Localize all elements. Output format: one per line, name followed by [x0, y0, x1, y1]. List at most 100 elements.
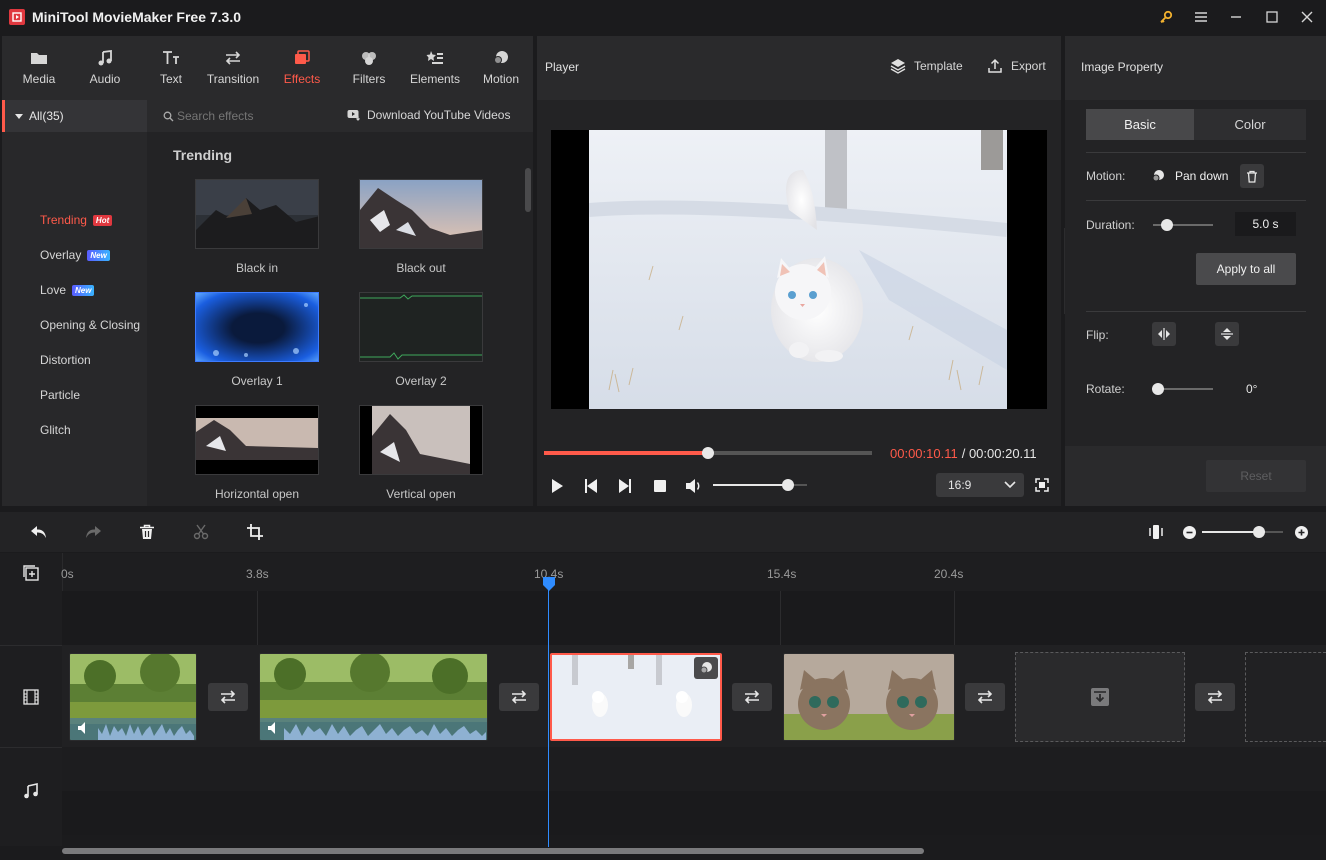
undo-icon[interactable] [30, 524, 48, 540]
timeline-scrollbar [62, 847, 1326, 860]
transition-slot-5[interactable] [1195, 683, 1235, 711]
search-input[interactable] [177, 106, 337, 126]
transition-slot-3[interactable] [732, 683, 772, 711]
filters-icon [362, 52, 376, 65]
scrollbar-thumb[interactable] [62, 848, 924, 854]
empty-clip-slot-2[interactable] [1245, 652, 1326, 742]
next-frame-icon[interactable] [617, 478, 633, 494]
zoom-knob[interactable] [1252, 526, 1265, 538]
tab-media[interactable]: Media [10, 36, 68, 100]
app-logo-icon [9, 9, 25, 25]
category-overlay[interactable]: Overlay New [40, 245, 110, 265]
delete-motion-button[interactable] [1240, 164, 1264, 188]
scrollbar-thumb[interactable] [525, 168, 531, 212]
transition-slot-2[interactable] [499, 683, 539, 711]
category-all[interactable]: All(35) [2, 100, 147, 132]
duration-knob[interactable] [1161, 219, 1173, 231]
motion-icon [700, 662, 712, 674]
tab-motion[interactable]: Motion [472, 36, 530, 100]
snap-icon[interactable] [1149, 524, 1163, 540]
crop-icon[interactable] [247, 524, 263, 540]
template-label: Template [914, 59, 963, 73]
new-badge: New [72, 284, 95, 296]
volume-slider[interactable] [713, 479, 807, 491]
category-trending[interactable]: Trending Hot [40, 210, 113, 230]
playhead-handle[interactable] [542, 577, 556, 591]
effect-thumbnail [195, 179, 319, 249]
tab-basic[interactable]: Basic [1086, 109, 1194, 140]
image-clip-selected[interactable] [550, 653, 722, 741]
category-particle[interactable]: Particle [40, 385, 80, 405]
timeline-ruler: 0s 3.8s 10.4s 15.4s 20.4s [0, 553, 1326, 591]
duration-input[interactable]: 5.0 s [1235, 212, 1296, 236]
progress-bar[interactable] [544, 447, 872, 459]
empty-clip-slot[interactable] [1015, 652, 1185, 742]
export-button[interactable]: Export [987, 58, 1046, 74]
zoom-in-icon[interactable] [1295, 526, 1308, 539]
tab-audio[interactable]: Audio [76, 36, 134, 100]
effect-overlay-2[interactable]: Overlay 2 [359, 292, 483, 388]
volume-icon[interactable] [684, 477, 704, 495]
chevron-down-icon [1004, 481, 1016, 489]
apply-to-all-button[interactable]: Apply to all [1196, 253, 1296, 285]
redo-icon[interactable] [84, 524, 102, 540]
transition-slot-1[interactable] [208, 683, 248, 711]
maximize-icon[interactable] [1260, 6, 1284, 28]
folder-icon [31, 53, 47, 64]
video-preview[interactable] [551, 130, 1047, 409]
effect-overlay-1[interactable]: Overlay 1 [195, 292, 319, 388]
tab-transition[interactable]: Transition [200, 36, 266, 100]
effect-vertical-open[interactable]: Vertical open [359, 405, 483, 501]
total-time: / 00:00:20.11 [961, 446, 1037, 461]
category-love[interactable]: Love New [40, 280, 95, 300]
reset-button[interactable]: Reset [1206, 460, 1306, 492]
category-distortion[interactable]: Distortion [40, 350, 91, 370]
flip-horizontal-button[interactable] [1152, 322, 1176, 346]
trash-icon[interactable] [139, 524, 155, 540]
tab-text[interactable]: Text [142, 36, 200, 100]
swap-icon [225, 51, 241, 65]
motion-icon [1152, 170, 1164, 182]
download-youtube-button[interactable]: Download YouTube Videos [347, 108, 510, 122]
menu-icon[interactable] [1189, 6, 1213, 28]
key-icon[interactable] [1154, 6, 1178, 28]
tab-color[interactable]: Color [1194, 109, 1306, 140]
add-track-icon[interactable] [23, 565, 39, 581]
ruler-tick: 0s [61, 567, 74, 581]
fullscreen-icon[interactable] [1035, 478, 1049, 492]
scissors-icon[interactable] [193, 524, 209, 540]
tab-effects[interactable]: Effects [272, 36, 332, 100]
category-opening-closing[interactable]: Opening & Closing [40, 315, 147, 335]
volume-knob[interactable] [782, 479, 795, 491]
player-title: Player [545, 60, 580, 74]
stop-icon[interactable] [652, 478, 668, 494]
tab-label: Elements [409, 72, 461, 86]
transition-slot-4[interactable] [965, 683, 1005, 711]
category-label: Love [40, 283, 67, 297]
effect-black-in[interactable]: Black in [195, 179, 319, 275]
rotate-knob[interactable] [1152, 383, 1164, 395]
minimize-icon[interactable] [1224, 6, 1248, 28]
effect-black-out[interactable]: Black out [359, 179, 483, 275]
tab-elements[interactable]: Elements [404, 36, 466, 100]
close-icon[interactable] [1295, 6, 1319, 28]
duration-label: Duration: [1086, 218, 1135, 232]
effect-horizontal-open[interactable]: Horizontal open [195, 405, 319, 501]
flip-vertical-button[interactable] [1215, 322, 1239, 346]
previous-frame-icon[interactable] [583, 478, 599, 494]
effects-grid: Trending Black in Black out Overlay 1 Ov… [147, 132, 533, 506]
play-icon[interactable] [549, 478, 565, 494]
zoom-slider[interactable] [1202, 526, 1283, 538]
download-youtube-label: Download YouTube Videos [367, 108, 511, 122]
video-clip-1[interactable] [69, 653, 197, 741]
motion-value: Pan down [1175, 169, 1229, 183]
video-clip-2[interactable] [259, 653, 488, 741]
progress-knob[interactable] [702, 447, 714, 459]
template-button[interactable]: Template [890, 58, 963, 74]
layers-icon [890, 59, 906, 74]
tab-filters[interactable]: Filters [340, 36, 398, 100]
category-glitch[interactable]: Glitch [40, 420, 71, 440]
image-clip-kittens[interactable] [783, 653, 955, 741]
zoom-out-icon[interactable] [1183, 526, 1196, 539]
aspect-ratio-select[interactable]: 16:9 [936, 473, 1024, 497]
